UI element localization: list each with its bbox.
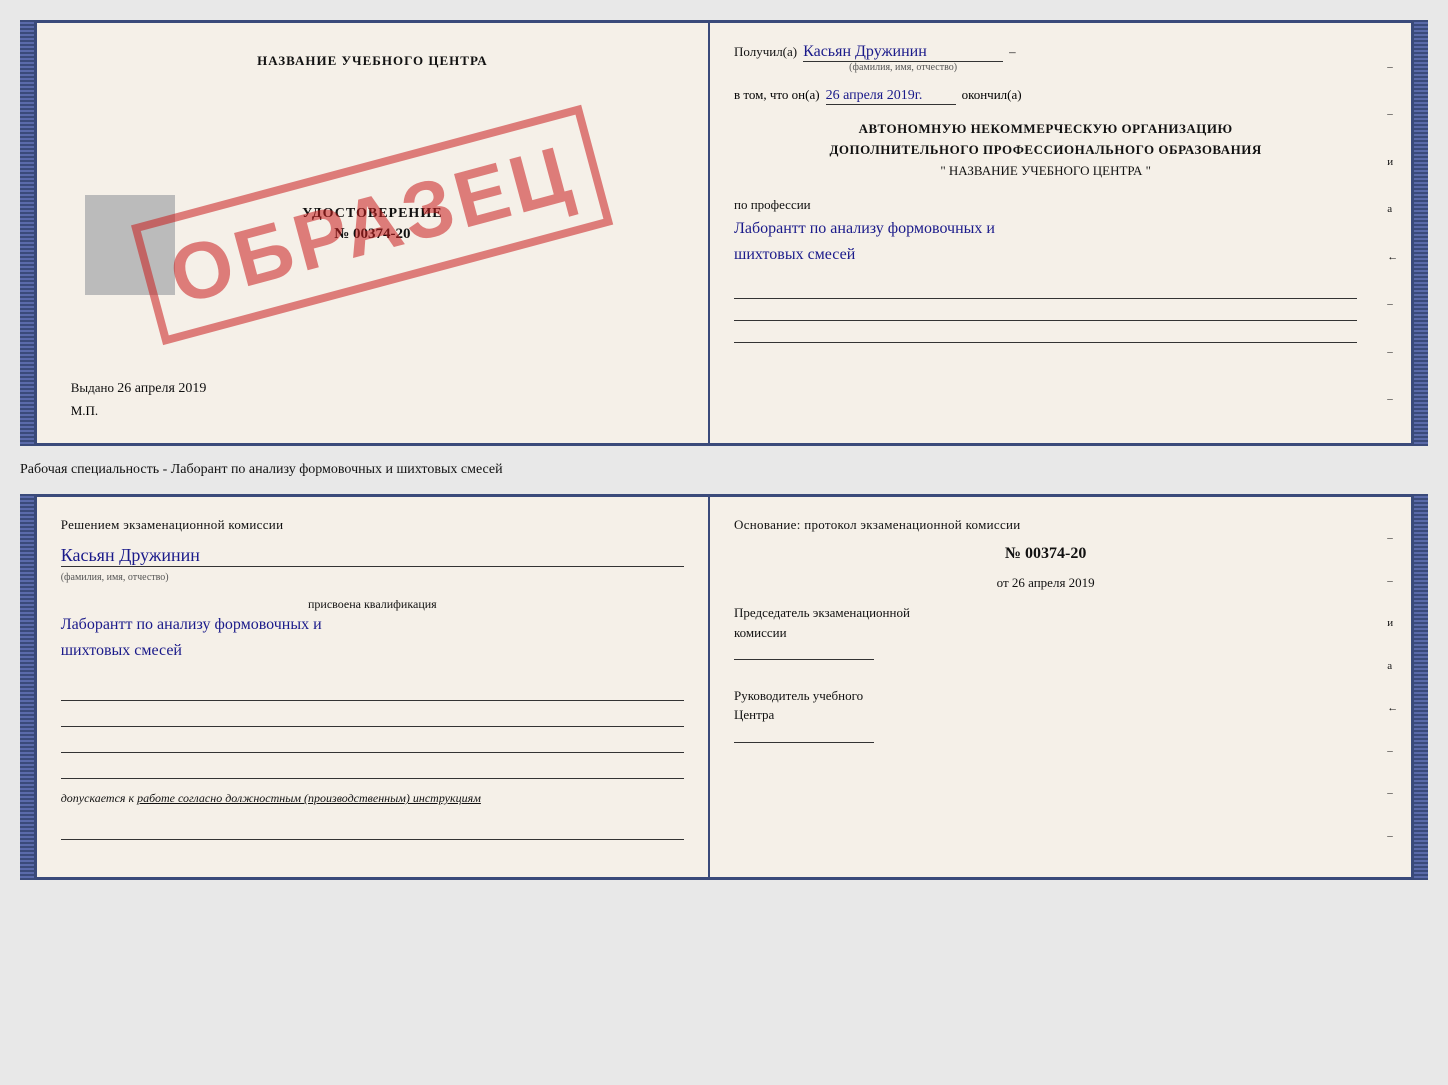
- prisvoena-label: присвоена квалификация: [61, 597, 684, 612]
- prisvoena-block: присвоена квалификация Лаборантт по анал…: [61, 597, 684, 663]
- bottom-side-mark-3: –: [1387, 745, 1405, 757]
- po-professii-label: по профессии: [734, 197, 811, 212]
- left-spine-bottom: [20, 494, 34, 880]
- side-mark-3: –: [1387, 298, 1405, 310]
- resheniem-text: Решением экзаменационной комиссии: [61, 517, 684, 533]
- bottom-side-mark-5: –: [1387, 830, 1405, 842]
- org-line2: ДОПОЛНИТЕЛЬНОГО ПРОФЕССИОНАЛЬНОГО ОБРАЗО…: [734, 140, 1357, 161]
- top-document: НАЗВАНИЕ УЧЕБНОГО ЦЕНТРА УДОСТОВЕРЕНИЕ №…: [34, 20, 1415, 446]
- bottom-lines-block: [61, 683, 684, 779]
- bottom-name-subtitle: (фамилия, имя, отчество): [61, 572, 169, 583]
- bottom-name-block: Касьян Дружинин (фамилия, имя, отчество): [61, 545, 684, 585]
- bottom-line-5: [61, 822, 684, 840]
- ot-date: 26 апреля 2019: [1012, 575, 1095, 590]
- osnovanie-text: Основание: протокол экзаменационной коми…: [734, 517, 1357, 533]
- poluchil-label: Получил(а): [734, 44, 797, 60]
- bottom-doc-right: Основание: протокол экзаменационной коми…: [710, 497, 1381, 877]
- vydano-label: Выдано: [71, 380, 114, 395]
- poluchil-row: Получил(а) Касьян Дружинин (фамилия, имя…: [734, 43, 1357, 73]
- poluchil-subtitle: (фамилия, имя, отчество): [803, 62, 1003, 73]
- right-line-2: [734, 303, 1357, 321]
- bottom-doc-left: Решением экзаменационной комиссии Касьян…: [37, 497, 710, 877]
- vydano-line: Выдано 26 апреля 2019: [61, 380, 207, 397]
- side-mark-arrow: ←: [1387, 251, 1405, 263]
- side-mark-1: –: [1387, 61, 1405, 73]
- bottom-document: Решением экзаменационной комиссии Касьян…: [34, 494, 1415, 880]
- right-line-1: [734, 281, 1357, 299]
- poluchil-dash: –: [1009, 44, 1016, 60]
- predsedatel-block: Председатель экзаменационной комиссии: [734, 603, 1357, 666]
- protocol-number: № 00374-20: [734, 545, 1357, 563]
- photo-placeholder: [85, 195, 175, 295]
- bottom-side-mark-arrow: ←: [1387, 702, 1405, 714]
- predsedatel-line2: комиссии: [734, 623, 1357, 643]
- bottom-document-wrapper: Решением экзаменационной комиссии Касьян…: [20, 494, 1428, 880]
- top-left-title: НАЗВАНИЕ УЧЕБНОГО ЦЕНТРА: [257, 53, 488, 69]
- profession-name: Лаборантт по анализу формовочных и: [734, 216, 1357, 242]
- top-doc-right: Получил(а) Касьян Дружинин (фамилия, имя…: [710, 23, 1381, 443]
- qualification2: шихтовых смесей: [61, 638, 684, 664]
- bottom-side-mark-1: –: [1387, 532, 1405, 544]
- profession-name2: шихтовых смесей: [734, 242, 1357, 268]
- poluchil-name: Касьян Дружинин: [803, 43, 1003, 62]
- rukovoditel-sign-line: [734, 725, 874, 743]
- top-document-wrapper: НАЗВАНИЕ УЧЕБНОГО ЦЕНТРА УДОСТОВЕРЕНИЕ №…: [20, 20, 1428, 446]
- udostoverenie-block: УДОСТОВЕРЕНИЕ № 00374-20: [302, 206, 442, 243]
- side-mark-i: и: [1387, 156, 1405, 168]
- right-side-marks-bottom: – – и а ← – – –: [1381, 497, 1411, 877]
- bottom-line-1: [61, 683, 684, 701]
- vydano-date: 26 апреля 2019: [117, 381, 206, 396]
- vtom-label: в том, что он(а): [734, 87, 820, 103]
- bottom-line-4: [61, 761, 684, 779]
- dopuskaetsya-prefix: допускается к: [61, 791, 134, 805]
- right-line-3: [734, 325, 1357, 343]
- side-mark-5: –: [1387, 393, 1405, 405]
- middle-text: Рабочая специальность - Лаборант по анал…: [20, 458, 1428, 482]
- predsedatel-sign-line: [734, 642, 874, 660]
- org-line1: АВТОНОМНУЮ НЕКОММЕРЧЕСКУЮ ОРГАНИЗАЦИЮ: [734, 119, 1357, 140]
- right-side-marks-top: – – и а ← – – –: [1381, 23, 1411, 443]
- okonchil-label: окончил(а): [962, 87, 1022, 103]
- bottom-side-mark-2: –: [1387, 575, 1405, 587]
- dopuskaetsya-main: работе согласно должностным (производств…: [137, 791, 481, 805]
- dopuskaetsya-text: допускается к работе согласно должностны…: [61, 791, 684, 806]
- top-doc-left: НАЗВАНИЕ УЧЕБНОГО ЦЕНТРА УДОСТОВЕРЕНИЕ №…: [37, 23, 710, 443]
- professii-block: по профессии Лаборантт по анализу формов…: [734, 195, 1357, 267]
- left-spine-top: [20, 20, 34, 446]
- rukovoditel-line2: Центра: [734, 705, 1357, 725]
- vtom-date: 26 апреля 2019г.: [826, 88, 956, 105]
- right-lines-block: [734, 281, 1357, 343]
- bottom-name: Касьян Дружинин: [61, 545, 684, 567]
- bottom-line-3: [61, 735, 684, 753]
- ot-label: от: [997, 575, 1009, 590]
- page-wrapper: НАЗВАНИЕ УЧЕБНОГО ЦЕНТРА УДОСТОВЕРЕНИЕ №…: [20, 20, 1428, 880]
- qualification: Лаборантт по анализу формовочных и: [61, 612, 684, 638]
- org-line3: " НАЗВАНИЕ УЧЕБНОГО ЦЕНТРА ": [734, 161, 1357, 182]
- vtom-row: в том, что он(а) 26 апреля 2019г. окончи…: [734, 87, 1357, 105]
- bottom-line-2: [61, 709, 684, 727]
- side-mark-a: а: [1387, 203, 1405, 215]
- bottom-side-mark-4: –: [1387, 787, 1405, 799]
- ot-date-block: от 26 апреля 2019: [734, 575, 1357, 591]
- bottom-side-mark-i: и: [1387, 617, 1405, 629]
- udost-number: № 00374-20: [302, 226, 442, 243]
- rukovoditel-line1: Руководитель учебного: [734, 686, 1357, 706]
- side-mark-2: –: [1387, 108, 1405, 120]
- stamp-area: УДОСТОВЕРЕНИЕ № 00374-20 ОБРАЗЕЦ: [61, 69, 684, 380]
- side-mark-4: –: [1387, 346, 1405, 358]
- udost-label: УДОСТОВЕРЕНИЕ: [302, 206, 442, 222]
- mp-line: М.П.: [61, 403, 98, 419]
- predsedatel-line1: Председатель экзаменационной: [734, 603, 1357, 623]
- rukovoditel-block: Руководитель учебного Центра: [734, 686, 1357, 749]
- org-block: АВТОНОМНУЮ НЕКОММЕРЧЕСКУЮ ОРГАНИЗАЦИЮ ДО…: [734, 119, 1357, 181]
- bottom-side-mark-a: а: [1387, 660, 1405, 672]
- right-spine-bottom: [1414, 494, 1428, 880]
- right-spine-top: [1414, 20, 1428, 446]
